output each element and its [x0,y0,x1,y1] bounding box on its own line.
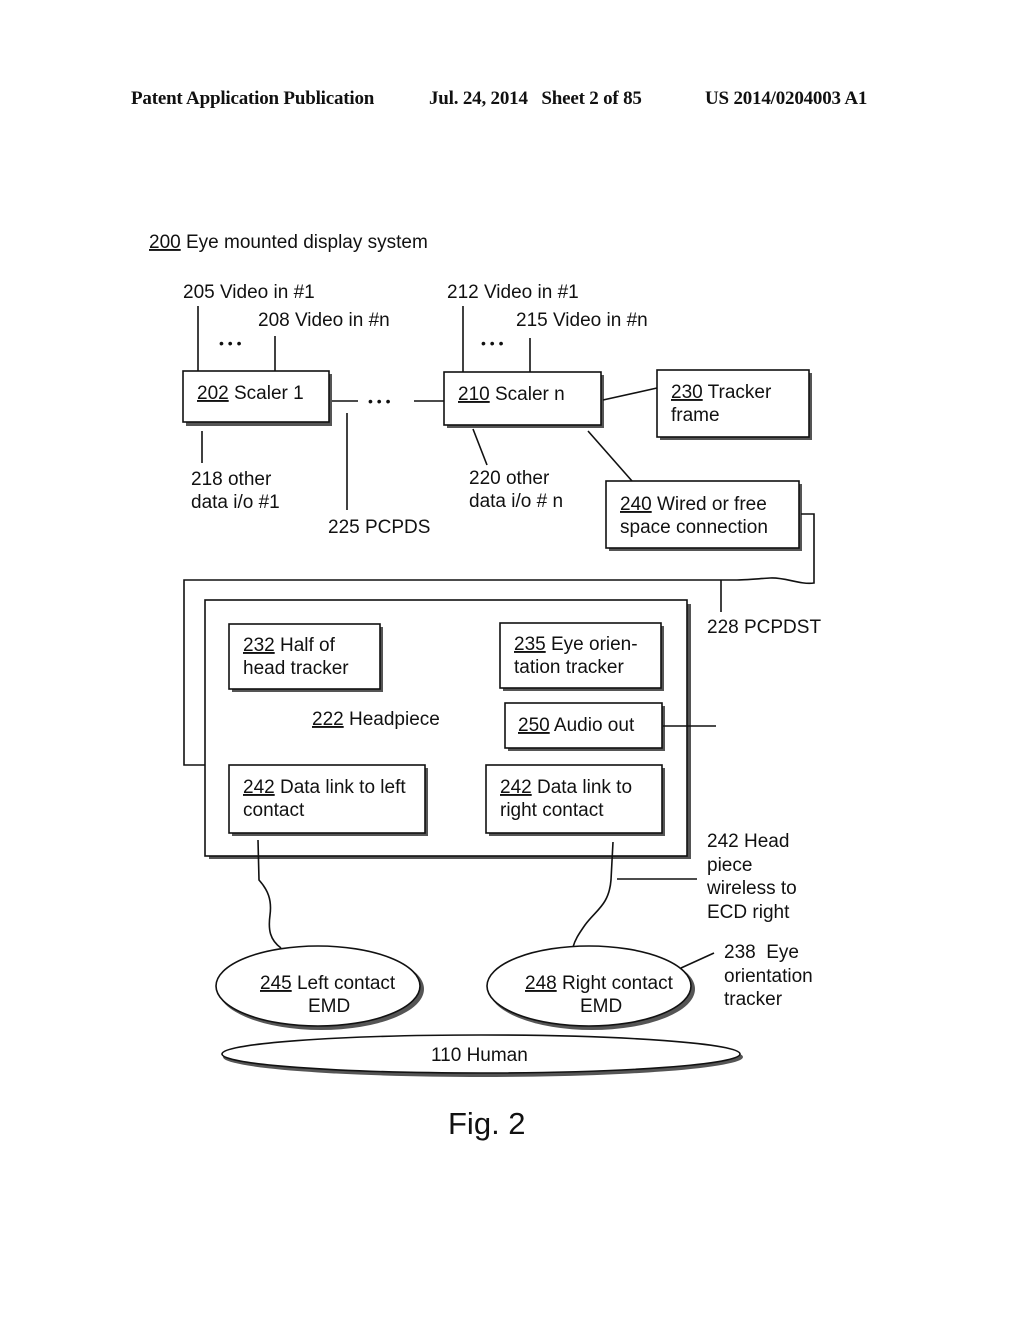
label-hp-wireless-4: ECD right [707,902,790,923]
leader-238 [680,952,715,969]
label-220-line1: 220 other [469,468,550,489]
svg-text:right contact: right contact [500,800,604,821]
eye-mounted-display-diagram: 200 Eye mounted display system 205 Video… [149,232,821,1141]
svg-text:space connection: space connection [620,517,768,538]
figure-label: Fig. 2 [448,1106,526,1141]
svg-text:contact: contact [243,800,305,821]
label-video-205: 205 Video in #1 [183,282,315,303]
svg-text:110 Human: 110 Human [431,1045,528,1066]
svg-text:EMD: EMD [308,996,350,1017]
right-contact-emd: 248 Right contact EMD [486,945,695,1030]
leader-220 [472,428,488,466]
label-hp-wireless-3: wireless to [706,878,797,899]
headpiece-label: 222 Headpiece [312,709,440,730]
svg-text:232 Half of: 232 Half of [243,635,336,656]
tracker-frame-box: 230 Tracker frame [656,369,812,440]
svg-text:202 Scaler 1: 202 Scaler 1 [197,383,304,404]
svg-text:248 Right contact: 248 Right contact [525,973,674,994]
svg-text:242 Data link to left: 242 Data link to left [243,777,406,798]
data-link-left-box: 242 Data link to left contact [228,764,428,836]
scaler-1-box: 202 Scaler 1 [182,370,332,426]
svg-text:242 Data link to: 242 Data link to [500,777,632,798]
svg-text:210 Scaler n: 210 Scaler n [458,384,565,405]
svg-text:250 Audio out: 250 Audio out [518,715,635,736]
label-hp-wireless-1: 242 Head [707,831,789,852]
bus-ellipsis: • • • [368,393,391,409]
label-238-line1: 238 Eye [724,942,799,963]
label-238-line2: orientation [724,966,813,987]
label-218-line2: data i/o #1 [191,492,280,513]
label-238-line3: tracker [724,989,783,1010]
left-contact-emd: 245 Left contact EMD [215,945,424,1030]
link-scaler-tracker [602,387,658,401]
human-ellipse: 110 Human [221,1034,743,1077]
wired-connection-box: 240 Wired or free space connection [605,480,802,551]
svg-text:230 Tracker: 230 Tracker [671,382,772,403]
label-218-line1: 218 other [191,469,272,490]
eye-orientation-tracker-box: 235 Eye orien- tation tracker [499,622,664,691]
scaler-n-box: 210 Scaler n [443,371,604,428]
ellipsis-inputs-n: • • • [481,335,504,351]
label-220-line2: data i/o # n [469,491,563,512]
label-pcpdst: 228 PCPDST [707,617,821,638]
head-tracker-box: 232 Half of head tracker [228,623,383,692]
label-pcpds: 225 PCPDS [328,517,430,538]
svg-text:EMD: EMD [580,996,622,1017]
label-video-208: 208 Video in #n [258,310,390,331]
data-link-right-box: 242 Data link to right contact [485,764,665,836]
svg-text:240 Wired or free: 240 Wired or free [620,494,767,515]
audio-out-box: 250 Audio out [504,702,665,751]
svg-text:tation tracker: tation tracker [514,657,624,678]
label-video-215: 215 Video in #n [516,310,648,331]
diagram-title: 200 Eye mounted display system [149,232,428,253]
link-scaler-wired [587,430,633,482]
label-hp-wireless-2: piece [707,855,752,876]
svg-text:head tracker: head tracker [243,658,349,679]
label-video-212: 212 Video in #1 [447,282,579,303]
svg-text:245 Left contact: 245 Left contact [260,973,396,994]
svg-text:frame: frame [671,405,720,426]
svg-text:235 Eye orien-: 235 Eye orien- [514,634,638,655]
ellipsis-inputs-1: • • • [219,335,242,351]
